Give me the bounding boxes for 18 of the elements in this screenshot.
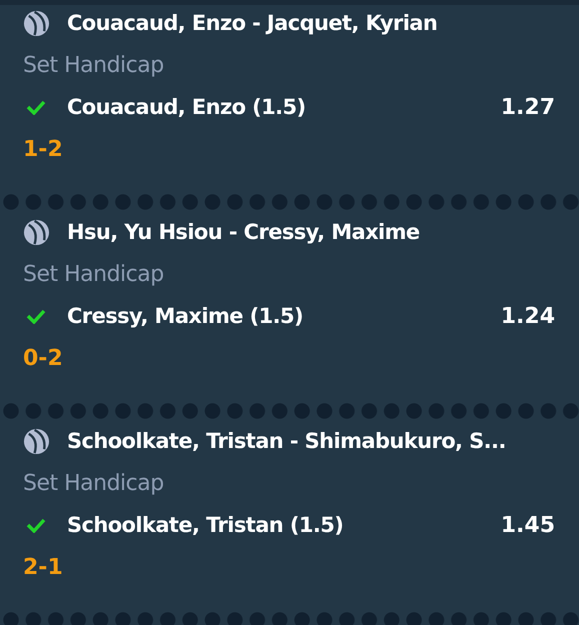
selection-name: Schoolkate, Tristan (1.5) [67, 513, 344, 537]
tennis-ball-icon [23, 10, 50, 36]
odds-value: 1.24 [500, 304, 555, 328]
score-text: 1-2 [23, 136, 63, 162]
score-text: 2-1 [23, 554, 63, 580]
odds-value: 1.27 [500, 94, 555, 120]
selection-name: Couacaud, Enzo (1.5) [67, 95, 307, 119]
market-label: Set Handicap [23, 262, 164, 286]
event-title: Hsu, Yu Hsiou - Cressy, Maxime [67, 220, 420, 244]
market-label: Set Handicap [23, 52, 164, 78]
event-title: Couacaud, Enzo - Jacquet, Kyrian [67, 11, 438, 35]
score-text: 0-2 [23, 346, 63, 370]
tennis-ball-icon [23, 218, 50, 246]
tennis-ball-icon [23, 428, 50, 454]
event-title: Schoolkate, Tristan - Shimabukuro, S... [67, 429, 506, 453]
odds-value: 1.45 [500, 512, 555, 538]
market-label: Set Handicap [23, 470, 164, 496]
selection-name: Cressy, Maxime (1.5) [67, 304, 304, 328]
